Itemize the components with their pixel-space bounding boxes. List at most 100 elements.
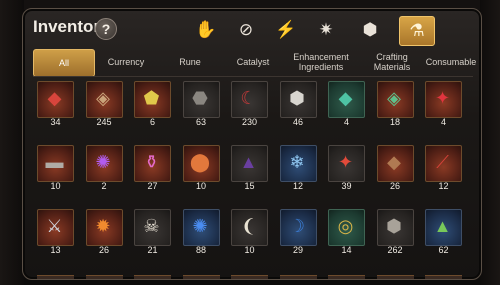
consumable-icon[interactable]: ⚗: [399, 16, 435, 46]
item-slot[interactable]: ⚔ 13: [37, 209, 74, 257]
item-slot-partial[interactable]: [182, 275, 220, 279]
red-claw-icon: ⟋: [436, 152, 449, 172]
stone-cluster-icon: ⬢: [386, 216, 402, 236]
tab-catalyst[interactable]: Catalyst: [223, 49, 283, 75]
item-slot[interactable]: ⬢ 262: [376, 209, 414, 257]
brown-rubble-icon: ◆: [387, 152, 401, 172]
item-slot[interactable]: ◆ 34: [37, 81, 74, 129]
tab-crafting-materials[interactable]: Crafting Materials: [361, 49, 423, 75]
ruby-cluster-icon: ✦: [434, 88, 451, 108]
red-crystals-icon: ✦: [337, 152, 354, 172]
item-slot[interactable]: ✹ 26: [85, 209, 123, 257]
item-slot[interactable]: ◈ 18: [376, 81, 414, 129]
gold-ring-icon: ◎: [337, 216, 354, 236]
inventory-header: Inventory ? ✋ ⊘ ⚡ ✷ ⬢ ⚗: [23, 9, 481, 49]
item-slot[interactable]: ⬟ 6: [134, 81, 171, 129]
item-slot[interactable]: ⚱ 27: [134, 145, 171, 193]
item-slot[interactable]: ❄ 12: [279, 145, 317, 193]
no-item-icon[interactable]: ⊘: [229, 16, 263, 44]
item-count: 46: [292, 117, 303, 127]
hand-item-icon[interactable]: ✋: [189, 16, 223, 44]
item-slot[interactable]: ✦ 39: [328, 145, 365, 193]
item-count: 29: [292, 245, 303, 255]
rainbow-gem-icon: ⬟: [143, 88, 160, 108]
item-count: 15: [244, 181, 255, 191]
inventory-panel: Inventory ? ✋ ⊘ ⚡ ✷ ⬢ ⚗ All Currency Rune Cataly…: [22, 8, 482, 280]
tab-divider: [33, 76, 473, 77]
item-count: 26: [98, 245, 109, 255]
lightning-icon[interactable]: ⚡: [269, 16, 303, 44]
item-slot[interactable]: ▬ 10: [37, 145, 74, 193]
filter-tabs: All Currency Rune Catalyst Enhancement Ingre…: [33, 49, 477, 77]
item-count: 262: [387, 245, 403, 255]
item-slot[interactable]: ❨ 10: [231, 209, 268, 257]
green-pyramid-icon: ▲: [433, 216, 452, 236]
background-right-edge: [480, 0, 500, 285]
pink-potion-icon: ⚱: [143, 152, 160, 172]
item-slot[interactable]: ◆ 26: [376, 145, 414, 193]
item-slot-partial[interactable]: [231, 275, 268, 279]
item-count: 4: [343, 117, 349, 127]
item-count: 230: [241, 117, 258, 127]
item-count: 12: [438, 181, 449, 191]
item-slot[interactable]: ☠ 21: [134, 209, 171, 257]
item-count: 88: [195, 245, 206, 255]
item-count: 12: [292, 181, 303, 191]
skull-bones-icon: ☠: [143, 216, 160, 236]
item-slot[interactable]: ◆ 4: [328, 81, 365, 129]
item-slot[interactable]: ▲ 15: [231, 145, 268, 193]
tab-all[interactable]: All: [33, 49, 95, 77]
item-count: 63: [195, 117, 206, 127]
striped-ore-icon: ◈: [96, 88, 110, 108]
item-slot-partial[interactable]: [425, 275, 462, 279]
item-count: 18: [389, 117, 400, 127]
item-slot[interactable]: ⬣ 63: [182, 81, 220, 129]
item-slot[interactable]: ☽ 29: [279, 209, 317, 257]
item-slot[interactable]: ◈ 245: [85, 81, 123, 129]
silver-claw-icon: ⚔: [46, 216, 63, 236]
tab-enhancement-ingredients[interactable]: Enhancement Ingredients: [285, 49, 357, 75]
item-slot[interactable]: ☾ 230: [231, 81, 268, 129]
silver-stone-icon: ⬢: [289, 88, 305, 108]
blue-fang-icon: ☽: [288, 216, 306, 236]
black-card-icon: ▬: [45, 152, 64, 172]
item-slot-partial[interactable]: [279, 275, 317, 279]
fire-orb-icon: ✹: [95, 216, 111, 236]
item-count: 62: [438, 245, 449, 255]
fire-egg-icon: ⬤: [189, 152, 211, 172]
item-count: 245: [96, 117, 112, 127]
blue-flame-icon: ✺: [192, 216, 208, 236]
teal-crystal-icon: ◆: [338, 88, 353, 108]
frost-crest-icon: ❄: [289, 152, 305, 172]
item-slot[interactable]: ✺ 2: [85, 145, 123, 193]
cube-icon[interactable]: ⬢: [353, 16, 387, 44]
item-slot[interactable]: ◎ 14: [328, 209, 365, 257]
item-count: 34: [50, 117, 61, 127]
item-count: 2: [101, 181, 107, 191]
item-slot[interactable]: ⬤ 10: [182, 145, 220, 193]
item-slot[interactable]: ⬢ 46: [279, 81, 317, 129]
item-slot[interactable]: ✺ 88: [182, 209, 220, 257]
crest-icon[interactable]: ✷: [309, 16, 343, 44]
item-count: 21: [147, 245, 158, 255]
tab-rune[interactable]: Rune: [161, 49, 219, 75]
item-slot-partial[interactable]: [376, 275, 414, 279]
dark-mound-icon: ▲: [239, 152, 258, 172]
item-slot-partial[interactable]: [134, 275, 171, 279]
next-row-peek: [33, 275, 473, 279]
item-slot-partial[interactable]: [328, 275, 365, 279]
item-count: 4: [440, 117, 446, 127]
item-slot-partial[interactable]: [37, 275, 74, 279]
tab-currency[interactable]: Currency: [95, 49, 157, 75]
help-button[interactable]: ?: [95, 18, 117, 40]
item-slot-partial[interactable]: [85, 275, 123, 279]
item-slot[interactable]: ✦ 4: [425, 81, 462, 129]
purple-flame-icon: ✺: [95, 152, 111, 172]
item-slot[interactable]: ⟋ 12: [425, 145, 462, 193]
green-ore-icon: ◈: [387, 88, 401, 108]
tab-consumable[interactable]: Consumable: [426, 49, 477, 75]
item-slot[interactable]: ▲ 62: [425, 209, 462, 257]
item-count: 14: [341, 245, 352, 255]
item-grid: ◆ 34 ◈ 245 ⬟ 6 ⬣ 63 ☾ 230 ⬢ 46 ◆ 4 ◈ 18 ✦ 4 ▬ 10 ✺ 2 ⚱ 27 ⬤ 10 ▲ 15…: [33, 81, 473, 279]
item-count: 10: [195, 181, 206, 191]
